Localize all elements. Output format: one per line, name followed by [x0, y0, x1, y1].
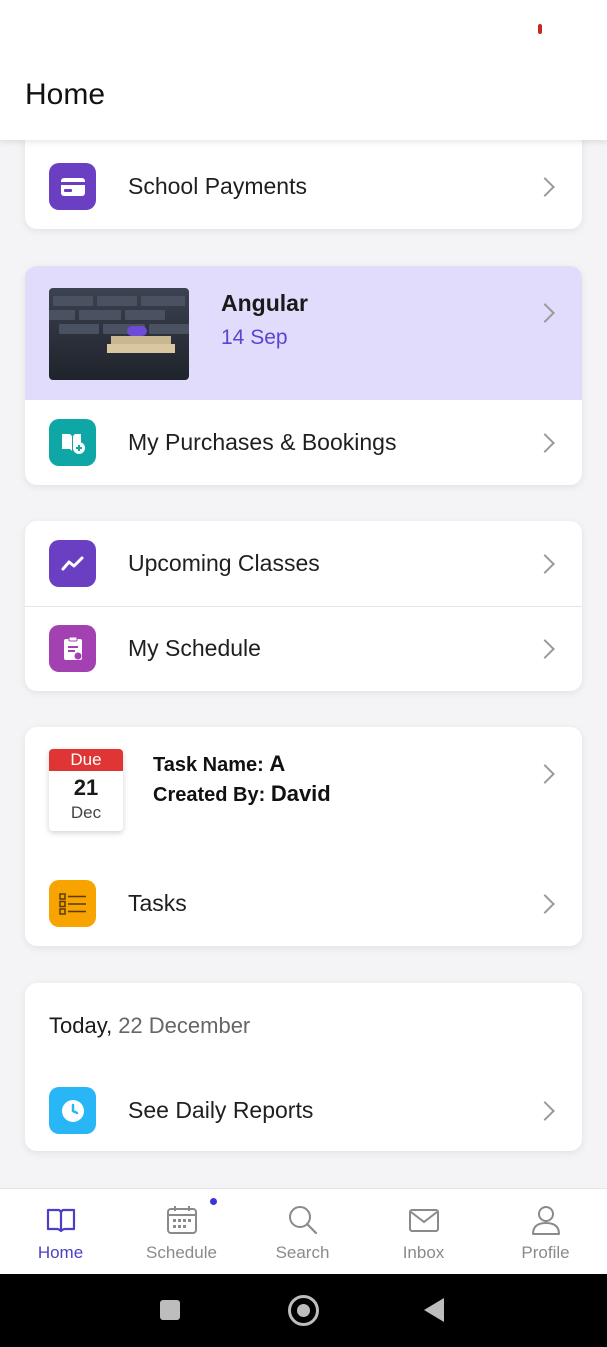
chevron-right-icon [535, 893, 555, 914]
book-open-icon [46, 1208, 76, 1233]
status-indicator [538, 24, 542, 34]
chevron-right-icon [535, 1100, 555, 1121]
due-date-badge: Due 21 Dec [49, 749, 123, 831]
nav-label: Schedule [146, 1243, 217, 1262]
page-title: Home [25, 78, 106, 111]
recents-button[interactable] [160, 1300, 180, 1320]
mail-icon [409, 1209, 439, 1232]
classes-card[interactable]: Upcoming Classes My Schedule [25, 521, 582, 691]
daily-reports-card[interactable]: Today, 22 December See Daily Reports [25, 983, 582, 1151]
nav-label: Search [275, 1243, 330, 1262]
row-label: My Schedule [128, 635, 261, 661]
nav-search[interactable]: Search [242, 1189, 363, 1275]
chevron-right-icon [535, 638, 555, 659]
system-navigation-bar [0, 1274, 607, 1347]
book-add-icon [49, 419, 96, 466]
course-title: Angular [221, 290, 308, 316]
nav-label: Profile [521, 1243, 570, 1262]
task-name: Task Name: A [153, 751, 286, 776]
today-heading: Today, 22 December [49, 1013, 251, 1038]
chevron-right-icon [535, 303, 555, 323]
row-label: School Payments [128, 173, 307, 199]
calendar-icon [167, 1206, 197, 1234]
search-icon [289, 1206, 318, 1235]
chevron-right-icon [535, 176, 555, 197]
school-payments-card[interactable]: School Payments [25, 140, 582, 229]
task-created-by: Created By: David [153, 781, 331, 806]
home-content[interactable]: School Payments Angular 14 Sep My Purcha… [0, 140, 607, 1188]
chevron-right-icon [535, 432, 555, 453]
nav-schedule[interactable]: Schedule [121, 1189, 242, 1275]
tasks-card[interactable]: Due 21 Dec Task Name: A Created By: Davi… [25, 727, 582, 946]
bottom-navigation: Home Schedule Search Inbox Profile [0, 1188, 607, 1274]
row-label: See Daily Reports [128, 1097, 314, 1123]
due-day: 21 [73, 775, 99, 800]
due-label: Due [49, 749, 123, 771]
nav-inbox[interactable]: Inbox [363, 1189, 484, 1275]
list-icon [49, 880, 96, 927]
nav-profile[interactable]: Profile [485, 1189, 606, 1275]
notification-dot [210, 1198, 217, 1205]
person-icon [532, 1206, 560, 1235]
task-item[interactable]: Due 21 Dec Task Name: A Created By: Davi… [25, 727, 582, 861]
app-header: Home [0, 0, 607, 140]
school-payments-row[interactable]: School Payments [25, 144, 582, 229]
due-month: Dec [70, 803, 102, 822]
purchases-row[interactable]: My Purchases & Bookings [25, 400, 582, 485]
chevron-right-icon [535, 764, 555, 784]
nav-label: Home [37, 1243, 84, 1262]
chevron-right-icon [535, 553, 555, 574]
home-button[interactable] [288, 1295, 319, 1326]
course-date: 14 Sep [221, 326, 288, 349]
course-banner[interactable]: Angular 14 Sep [25, 266, 582, 400]
purchases-card[interactable]: Angular 14 Sep My Purchases & Bookings [25, 266, 582, 485]
row-label: My Purchases & Bookings [128, 429, 397, 455]
upcoming-classes-row[interactable]: Upcoming Classes [25, 521, 582, 606]
clock-icon [49, 1087, 96, 1134]
back-button[interactable] [424, 1298, 444, 1322]
clipboard-icon [49, 625, 96, 672]
course-thumbnail [49, 288, 189, 380]
nav-home[interactable]: Home [0, 1189, 121, 1275]
trend-icon [49, 540, 96, 587]
nav-label: Inbox [402, 1243, 445, 1262]
row-label: Tasks [128, 890, 187, 916]
my-schedule-row[interactable]: My Schedule [25, 606, 582, 691]
card-icon [49, 163, 96, 210]
tasks-row[interactable]: Tasks [25, 861, 582, 946]
daily-reports-row[interactable]: See Daily Reports [25, 1068, 582, 1151]
row-label: Upcoming Classes [128, 550, 320, 576]
